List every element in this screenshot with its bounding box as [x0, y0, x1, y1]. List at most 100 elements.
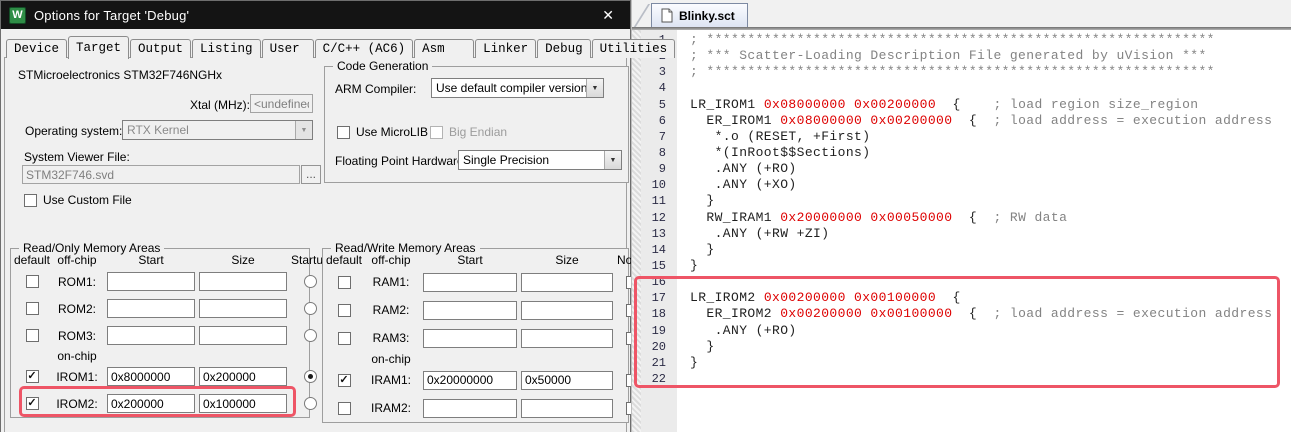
use-custom-file-checkbox[interactable]: Use Custom File	[24, 193, 132, 207]
code-line: 13 .ANY (+RW +ZI)	[632, 226, 1291, 242]
code-line: 9 .ANY (+RO)	[632, 161, 1291, 177]
dialog-tab-device[interactable]: Device	[6, 39, 67, 58]
rom-rom1-size-input[interactable]	[199, 272, 287, 291]
ram-iram2-size-input[interactable]	[521, 399, 613, 418]
uvision-logo-icon: W	[9, 7, 26, 24]
code-line: 22	[632, 371, 1291, 387]
target-tab-panel: STMicroelectronics STM32F746NGHx Xtal (M…	[4, 57, 627, 432]
code-text: RW_IRAM1 0x20000000 0x00050000 { ; RW da…	[677, 210, 1067, 226]
ram-ram1-start-input[interactable]	[423, 273, 517, 292]
rom-rom1-start-input[interactable]	[107, 272, 195, 291]
line-number: 5	[632, 97, 677, 113]
rom-rom3-size-input[interactable]	[199, 326, 287, 345]
line-number: 3	[632, 64, 677, 80]
rom-irom2-label: IROM2:	[56, 397, 97, 411]
close-icon[interactable]: ✕	[596, 5, 620, 26]
chevron-down-icon: ▼	[586, 79, 603, 97]
rom-irom2-default-checkbox[interactable]: ✓	[26, 397, 39, 410]
floating-point-hardware-select[interactable]: Single Precision ▼	[458, 150, 622, 170]
rom-irom1-start-input[interactable]	[107, 367, 195, 386]
editor-tabbar: Blinky.sct	[632, 0, 1291, 27]
line-number: 4	[632, 80, 677, 96]
use-microlib-checkbox[interactable]: Use MicroLIB	[337, 125, 428, 139]
ram-column-header: Start	[457, 253, 482, 267]
line-number: 21	[632, 355, 677, 371]
rom-rom3-label: ROM3:	[58, 329, 96, 343]
rom-irom2-size-input[interactable]	[199, 394, 287, 413]
rom-rom1-startup-radio[interactable]	[304, 275, 317, 288]
system-viewer-file-input[interactable]	[22, 165, 300, 184]
code-line: 7 *.o (RESET, +First)	[632, 129, 1291, 145]
rom-irom1-default-checkbox[interactable]: ✓	[26, 370, 39, 383]
code-line: 5LR_IROM1 0x08000000 0x00200000 { ; load…	[632, 97, 1291, 113]
ram-ram1-default-checkbox[interactable]	[338, 276, 351, 289]
code-text: ; **************************************…	[677, 32, 1215, 48]
rom-rom3-start-input[interactable]	[107, 326, 195, 345]
dialog-tab-user[interactable]: User	[262, 39, 314, 58]
ram-ram2-size-input[interactable]	[521, 301, 613, 320]
rom-irom2-start-input[interactable]	[107, 394, 195, 413]
rom-irom2-startup-radio[interactable]	[304, 397, 317, 410]
rom-rom3-startup-radio[interactable]	[304, 329, 317, 342]
ram-ram2-label: RAM2:	[373, 303, 410, 317]
code-line: 3; *************************************…	[632, 64, 1291, 80]
code-line: 1; *************************************…	[632, 32, 1291, 48]
rom-rom3-default-checkbox[interactable]	[26, 329, 39, 342]
code-text: }	[677, 355, 698, 371]
ram-iram1-default-checkbox[interactable]: ✓	[338, 374, 351, 387]
code-text: LR_IROM2 0x00200000 0x00100000 {	[677, 290, 961, 306]
ram-iram1-start-input[interactable]	[423, 371, 517, 390]
xtal-input[interactable]	[250, 94, 313, 113]
ram-ram2-default-checkbox[interactable]	[338, 304, 351, 317]
operating-system-select[interactable]: RTX Kernel ▼	[122, 120, 313, 140]
code-editor[interactable]: 1; *************************************…	[632, 30, 1291, 432]
tab-blinky-sct[interactable]: Blinky.sct	[651, 3, 748, 27]
line-number: 16	[632, 274, 677, 290]
big-endian-checkbox[interactable]: Big Endian	[430, 125, 507, 139]
line-number: 9	[632, 161, 677, 177]
line-number: 22	[632, 371, 677, 387]
code-text	[677, 274, 690, 290]
ram-ram1-size-input[interactable]	[521, 273, 613, 292]
code-line: 15}	[632, 258, 1291, 274]
dialog-tab-output[interactable]: Output	[130, 39, 191, 58]
rom-rom2-startup-radio[interactable]	[304, 302, 317, 315]
floating-point-hardware-label: Floating Point Hardware:	[335, 154, 467, 168]
code-text: ; *** Scatter-Loading Description File g…	[677, 48, 1207, 64]
dialog-tab-linker[interactable]: Linker	[475, 39, 536, 58]
line-number: 12	[632, 210, 677, 226]
ram-ram3-default-checkbox[interactable]	[338, 332, 351, 345]
options-dialog: W Options for Target 'Debug' ✕ DeviceTar…	[0, 0, 631, 432]
xtal-label: Xtal (MHz):	[70, 98, 250, 112]
rom-rom2-default-checkbox[interactable]	[26, 302, 39, 315]
rom-rom2-size-input[interactable]	[199, 299, 287, 318]
dialog-tab-listing[interactable]: Listing	[192, 39, 261, 58]
rom-rom1-default-checkbox[interactable]	[26, 275, 39, 288]
chevron-down-icon: ▼	[604, 151, 621, 169]
ram-ram3-size-input[interactable]	[521, 329, 613, 348]
code-line: 12 RW_IRAM1 0x20000000 0x00050000 { ; RW…	[632, 210, 1291, 226]
ram-column-header: off-chip	[371, 253, 410, 267]
browse-button[interactable]: ...	[301, 165, 321, 184]
operating-system-value: RTX Kernel	[123, 123, 295, 137]
rom-irom1-size-input[interactable]	[199, 367, 287, 386]
dialog-tab-utilities[interactable]: Utilities	[592, 39, 676, 58]
rom-rom2-start-input[interactable]	[107, 299, 195, 318]
ram-column-header: default	[326, 253, 362, 267]
dialog-tab-debug[interactable]: Debug	[537, 39, 591, 58]
rom-irom1-startup-radio[interactable]	[304, 370, 317, 383]
ram-iram2-label: IRAM2:	[371, 401, 411, 415]
dialog-tab-c-c-ac6[interactable]: C/C++ (AC6)	[315, 39, 414, 58]
line-number: 6	[632, 113, 677, 129]
dialog-tab-asm[interactable]: Asm	[414, 39, 474, 58]
code-line: 2; *** Scatter-Loading Description File …	[632, 48, 1291, 64]
code-line: 4	[632, 80, 1291, 96]
read-write-memory-grid: defaultoff-chipStartSizeNoInitRAM1:RAM2:…	[323, 249, 628, 422]
dialog-tab-target[interactable]: Target	[68, 36, 129, 59]
ram-ram2-start-input[interactable]	[423, 301, 517, 320]
ram-iram2-start-input[interactable]	[423, 399, 517, 418]
ram-iram2-default-checkbox[interactable]	[338, 402, 351, 415]
arm-compiler-select[interactable]: Use default compiler version 6 ▼	[431, 78, 604, 98]
ram-iram1-size-input[interactable]	[521, 371, 613, 390]
ram-ram3-start-input[interactable]	[423, 329, 517, 348]
